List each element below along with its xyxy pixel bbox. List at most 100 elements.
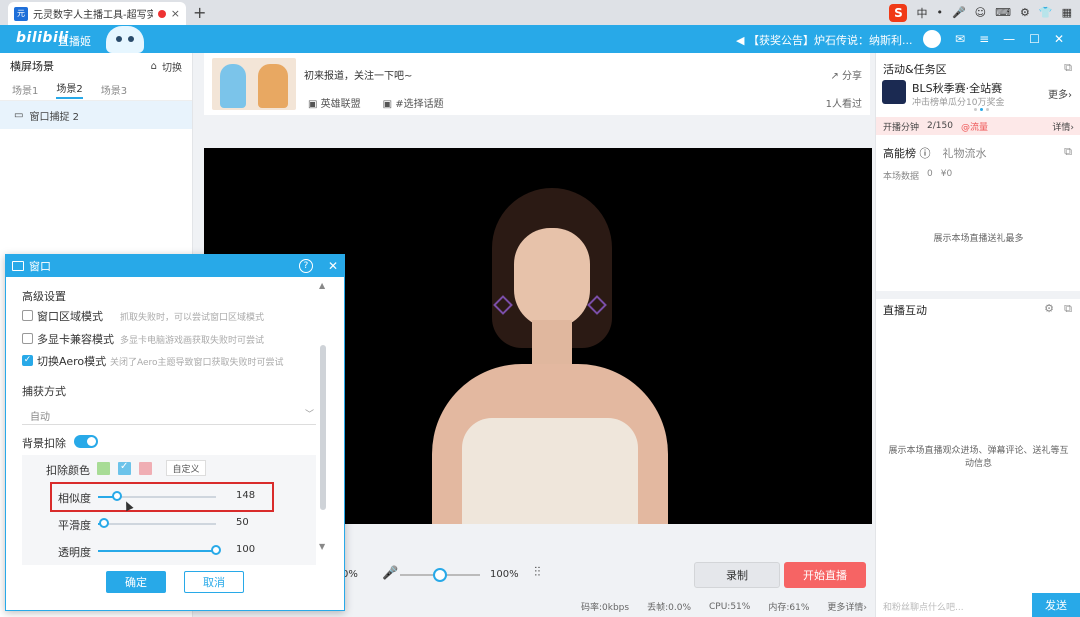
multi-gpu-label[interactable]: 多显卡兼容模式 xyxy=(37,331,114,347)
announcement[interactable]: ◀ 【获奖公告】炉石传说：纳斯利... xyxy=(736,32,912,48)
switch-orientation-button[interactable]: ⌂ 切换 xyxy=(151,59,182,74)
mic-tray-icon[interactable]: 🎤 xyxy=(952,6,966,19)
stream-cover-thumbnail[interactable] xyxy=(212,58,296,110)
tab-close-icon[interactable]: × xyxy=(171,7,180,20)
record-button[interactable]: 录制 xyxy=(694,562,780,588)
popout-interact-icon[interactable]: ⧉ xyxy=(1064,302,1072,316)
gear-icon[interactable]: ⚙ xyxy=(1044,302,1054,315)
cancel-button[interactable]: 取消 xyxy=(184,571,244,593)
app-name: 直播姬 xyxy=(58,35,91,48)
tab-rank[interactable]: 高能榜 ⓘ xyxy=(883,145,931,161)
task-reward: @流量 xyxy=(960,122,988,133)
start-live-button[interactable]: 开始直播 xyxy=(784,562,866,588)
grid-icon[interactable]: ▦ xyxy=(1062,6,1072,19)
capture-method-select[interactable]: 自动 ﹀ xyxy=(22,403,316,425)
info-icon[interactable]: ⓘ xyxy=(920,147,931,160)
mixer-icon[interactable]: ⫶⫶ xyxy=(534,565,541,580)
window-capture-icon: ▭ xyxy=(14,109,24,121)
mail-icon[interactable]: ✉ xyxy=(955,32,965,46)
mic-volume-knob[interactable] xyxy=(433,568,447,582)
user-avatar[interactable] xyxy=(923,30,942,48)
scroll-down-icon[interactable]: ▼ xyxy=(319,542,325,551)
viewer-count: 1人看过 xyxy=(825,99,862,110)
task-details-link[interactable]: 详情› xyxy=(1052,120,1074,133)
aero-hint: 关闭了Aero主题导致窗口获取失败时可尝试 xyxy=(110,358,284,368)
opacity-fill xyxy=(98,550,216,552)
aero-checkbox[interactable]: ✓ xyxy=(22,355,33,366)
ime-language[interactable]: 中 xyxy=(916,5,927,21)
maximize-icon[interactable]: ☐ xyxy=(1029,32,1040,46)
microphone-icon[interactable]: 🎤 xyxy=(382,566,398,581)
tab-scene-3[interactable]: 场景3 xyxy=(101,82,127,97)
rank-tabs: 高能榜 ⓘ 礼物流水 xyxy=(883,145,987,161)
opacity-knob[interactable] xyxy=(211,545,221,555)
similarity-knob[interactable] xyxy=(111,491,122,501)
close-icon[interactable]: ✕ xyxy=(1054,32,1064,46)
cpu-usage: CPU:51% xyxy=(709,601,751,612)
tab-scene-2[interactable]: 场景2 xyxy=(56,80,83,99)
carousel-dot-active[interactable] xyxy=(980,108,983,111)
avatar-neck xyxy=(532,320,572,370)
carousel-dot[interactable] xyxy=(974,108,977,111)
dialog-header: 窗口 ? ✕ xyxy=(6,255,344,277)
announcement-text: 【获奖公告】炉石传说：纳斯利... xyxy=(747,34,913,47)
category-tag[interactable]: ▣ 英雄联盟 xyxy=(308,95,361,110)
custom-color-button[interactable]: 自定义 xyxy=(166,460,206,476)
aero-label[interactable]: 切换Aero模式 xyxy=(37,353,106,369)
swatch-blue[interactable] xyxy=(118,461,131,475)
chat-input[interactable]: 和粉丝聊点什么吧... xyxy=(883,600,964,613)
smoothness-knob[interactable] xyxy=(98,518,109,528)
minimize-icon[interactable]: — xyxy=(1003,32,1015,46)
dialog-scrollbar[interactable] xyxy=(320,345,326,510)
interact-empty-text: 展示本场直播观众进场、弹幕评论、送礼等互动信息 xyxy=(888,446,1069,469)
bg-remove-toggle[interactable] xyxy=(74,435,98,448)
skin-icon[interactable]: 👕 xyxy=(1039,6,1053,19)
event-title[interactable]: BLS秋季赛·全站赛 xyxy=(912,80,1002,96)
tab-gift-flow[interactable]: 礼物流水 xyxy=(943,145,987,161)
cover-character-2 xyxy=(258,64,288,108)
keyboard-icon[interactable]: ⌨ xyxy=(995,6,1011,19)
carousel-dot[interactable] xyxy=(986,108,989,111)
window-region-checkbox[interactable] xyxy=(22,310,33,321)
tab-scene-1[interactable]: 场景1 xyxy=(12,82,38,97)
swatch-pink[interactable] xyxy=(139,462,152,475)
topic-tag[interactable]: ▣ #选择话题 xyxy=(383,95,444,110)
event-subtitle: 冲击榜单瓜分10万奖金 xyxy=(912,98,1005,108)
new-tab-button[interactable]: + xyxy=(193,3,206,22)
scroll-up-icon[interactable]: ▲ xyxy=(319,281,325,290)
system-tray: S 中 • 🎤 ☺ ⌨ ⚙ 👕 ▦ xyxy=(889,2,1072,23)
window-region-label[interactable]: 窗口区域模式 xyxy=(37,308,103,324)
menu-icon[interactable]: ≡ xyxy=(979,32,989,46)
more-events-link[interactable]: 更多› xyxy=(1048,86,1072,101)
frame-drop: 丢帧:0.0% xyxy=(647,603,691,613)
more-details-link[interactable]: 更多详情› xyxy=(827,600,867,613)
stream-title[interactable]: 初来报道，关注一下吧~ xyxy=(304,67,412,82)
browser-tab[interactable]: 元 元灵数字人主播工具-超写实... × xyxy=(8,2,186,25)
bitrate: 码率:0kbps xyxy=(581,603,630,613)
punctuation-icon[interactable]: • xyxy=(936,6,943,19)
share-button[interactable]: ↗ 分享 xyxy=(830,67,862,82)
swatch-green[interactable] xyxy=(97,462,110,475)
emoji-icon[interactable]: ☺ xyxy=(975,6,986,19)
dialog-close-icon[interactable]: ✕ xyxy=(328,259,338,273)
popout-rank-icon[interactable]: ⧉ xyxy=(1064,145,1072,159)
multi-gpu-checkbox[interactable] xyxy=(22,333,33,344)
stats-label: 本场数据 xyxy=(883,172,920,182)
smoothness-slider[interactable] xyxy=(98,523,216,525)
scene-panel-title: 横屏场景 xyxy=(10,60,54,73)
settings-tray-icon[interactable]: ⚙ xyxy=(1020,6,1030,19)
source-item[interactable]: ▭ 窗口捕捉 2 xyxy=(0,101,192,129)
ime-logo-icon[interactable]: S xyxy=(889,3,908,22)
popout-icon[interactable]: ⧉ xyxy=(1064,61,1072,75)
help-icon[interactable]: ? xyxy=(298,259,313,273)
speaker-icon: ◀ xyxy=(736,34,745,47)
ok-button[interactable]: 确定 xyxy=(106,571,166,593)
capture-method-value: 自动 xyxy=(30,412,50,423)
bg-remove-label: 背景扣除 xyxy=(22,437,66,450)
window-capture-dialog: 窗口 ? ✕ ▲ ▼ 高级设置 窗口区域模式 抓取失败时，可以尝试窗口区域模式 … xyxy=(5,254,345,611)
scene-panel-header: 横屏场景 ⌂ 切换 xyxy=(0,53,192,79)
chevron-down-icon: ﹀ xyxy=(304,410,314,420)
digital-human-avatar xyxy=(432,188,668,524)
capture-method-label: 捕获方式 xyxy=(22,385,66,398)
send-button[interactable]: 发送 xyxy=(1032,593,1080,617)
